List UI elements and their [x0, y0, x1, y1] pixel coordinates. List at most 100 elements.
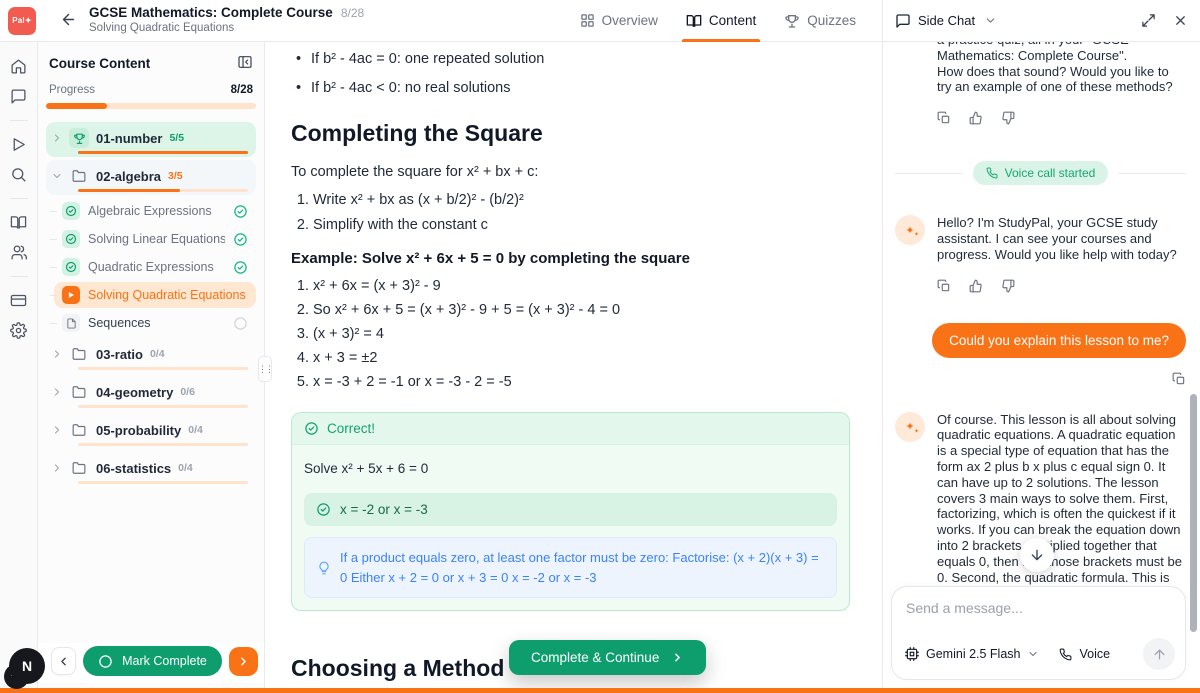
- check-circle-icon: [233, 232, 248, 247]
- course-tree: 01-number 5/5 02-algebra 3/5 Algebraic E…: [46, 122, 256, 487]
- tab-content-label: Content: [709, 13, 756, 28]
- tab-overview[interactable]: Overview: [580, 0, 658, 41]
- copy-icon[interactable]: [937, 111, 951, 125]
- chat-bubble-icon: [895, 13, 911, 29]
- voice-label: Voice: [1079, 647, 1110, 661]
- copy-icon[interactable]: [1172, 372, 1186, 386]
- panel-collapse-icon: [237, 54, 253, 70]
- section-count: 3/5: [168, 170, 183, 182]
- course-titles: GCSE Mathematics: Complete Course 8/28 S…: [89, 5, 364, 35]
- lesson-label: Solving Quadratic Equations: [88, 288, 248, 302]
- chevron-down-icon: [50, 170, 64, 182]
- user-avatar[interactable]: N: [7, 646, 47, 686]
- message-actions: [937, 279, 1186, 293]
- thumbs-up-icon[interactable]: [969, 111, 983, 125]
- side-chat-panel: a practice quiz, all in your "GCSE Mathe…: [882, 42, 1200, 688]
- example-steps: x² + 6x = (x + 3)² - 9 So x² + 6x + 5 = …: [291, 278, 851, 390]
- voice-call-pill: Voice call started: [973, 161, 1109, 185]
- lesson-solving-linear-equations[interactable]: Solving Linear Equations: [54, 226, 256, 252]
- section-06-statistics[interactable]: 06-statistics 0/4: [46, 452, 256, 487]
- bottom-accent-bar: [0, 688, 1200, 693]
- tab-quizzes-label: Quizzes: [807, 13, 856, 28]
- card-icon[interactable]: [10, 292, 27, 309]
- chat-message-input[interactable]: [906, 600, 1173, 616]
- tab-quizzes[interactable]: Quizzes: [784, 0, 856, 41]
- step-item: x = -3 + 2 = -1 or x = -3 - 2 = -5: [313, 374, 851, 390]
- rail-divider: [10, 276, 28, 277]
- home-icon[interactable]: [10, 58, 27, 75]
- app-logo[interactable]: Pal✦: [8, 7, 36, 35]
- thumbs-down-icon[interactable]: [1001, 111, 1015, 125]
- messages-icon[interactable]: [10, 88, 27, 105]
- copy-icon[interactable]: [937, 279, 951, 293]
- assistant-avatar: ✦✦: [895, 215, 925, 245]
- bullet-item: If b² - 4ac < 0: no real solutions: [291, 80, 851, 96]
- next-lesson-button[interactable]: [229, 647, 258, 676]
- expand-icon[interactable]: [1141, 13, 1156, 28]
- play-icon[interactable]: [10, 136, 27, 153]
- step-item: x² + 6x = (x + 3)² - 9: [313, 278, 851, 294]
- left-icon-rail: [0, 42, 38, 688]
- section-count: 5/5: [169, 132, 184, 144]
- lesson-sequences[interactable]: Sequences: [54, 310, 256, 336]
- close-icon[interactable]: [1173, 13, 1188, 28]
- discriminant-bullets: If b² - 4ac = 0: one repeated solution I…: [291, 48, 851, 96]
- model-label: Gemini 2.5 Flash: [926, 647, 1020, 661]
- assistant-message: a practice quiz, all in your "GCSE Mathe…: [895, 42, 1186, 95]
- voice-button[interactable]: Voice: [1059, 647, 1110, 661]
- top-tabs: Overview Content Quizzes: [580, 0, 856, 41]
- settings-gear-icon[interactable]: [10, 322, 27, 339]
- section-05-probability[interactable]: 05-probability 0/4: [46, 414, 256, 449]
- chevron-down-icon[interactable]: [984, 14, 997, 27]
- tab-content[interactable]: Content: [686, 0, 756, 41]
- folder-icon: [69, 344, 89, 364]
- rail-divider: [10, 120, 28, 121]
- section-03-ratio[interactable]: 03-ratio 0/4: [46, 338, 256, 373]
- scroll-to-bottom-button[interactable]: [1020, 538, 1054, 572]
- section-02-algebra[interactable]: 02-algebra 3/5: [46, 160, 256, 195]
- check-circle-icon: [316, 502, 331, 517]
- section-04-geometry[interactable]: 04-geometry 0/6: [46, 376, 256, 411]
- panel-resize-handle[interactable]: ⋮⋮: [258, 356, 272, 382]
- lesson-algebraic-expressions[interactable]: Algebraic Expressions: [54, 198, 256, 224]
- users-icon[interactable]: [10, 244, 27, 261]
- chat-scrollbar-thumb[interactable]: [1190, 394, 1197, 632]
- cpu-icon: [905, 647, 919, 661]
- section-count: 0/4: [188, 424, 203, 436]
- library-icon[interactable]: [10, 214, 27, 231]
- quiz-answer: x = -2 or x = -3: [304, 493, 837, 526]
- lesson-label: Sequences: [88, 316, 225, 330]
- lesson-solving-quadratic-equations[interactable]: Solving Quadratic Equations: [54, 282, 256, 308]
- complete-and-continue-button[interactable]: Complete & Continue: [509, 640, 706, 675]
- thumbs-down-icon[interactable]: [1001, 279, 1015, 293]
- section-label: 04-geometry: [96, 385, 173, 400]
- bullet-item: If b² - 4ac = 0: one repeated solution: [291, 51, 851, 67]
- message-text: How does that sound? Would you like to t…: [937, 64, 1186, 96]
- back-button[interactable]: [60, 11, 77, 31]
- thumbs-up-icon[interactable]: [969, 279, 983, 293]
- previous-lesson-button[interactable]: [51, 647, 76, 675]
- example-heading: Example: Solve x² + 6x + 5 = 0 by comple…: [291, 250, 851, 267]
- user-message-bubble: Could you explain this lesson to me?: [932, 323, 1186, 358]
- voice-call-divider: Voice call started: [895, 161, 1186, 185]
- completing-steps: Write x² + bx as (x + b/2)² - (b/2)² Sim…: [291, 192, 851, 233]
- model-selector[interactable]: Gemini 2.5 Flash: [905, 647, 1039, 661]
- check-icon: [62, 258, 80, 276]
- arrow-down-icon: [1029, 547, 1045, 563]
- send-message-button[interactable]: [1143, 638, 1175, 670]
- section-01-number[interactable]: 01-number 5/5: [46, 122, 256, 157]
- quiz-answer-text: x = -2 or x = -3: [340, 502, 428, 517]
- message-text: Hello? I'm StudyPal, your GCSE study ass…: [937, 215, 1186, 262]
- sidebar-title: Course Content: [49, 56, 150, 71]
- mark-complete-button[interactable]: Mark Complete: [83, 646, 222, 676]
- quiz-hint: If a product equals zero, at least one f…: [304, 537, 837, 598]
- chevron-left-icon: [57, 655, 70, 668]
- sparkle-icon: ✦: [914, 231, 919, 238]
- assistant-message: ✦✦ Hello? I'm StudyPal, your GCSE study …: [895, 215, 1186, 262]
- chevron-right-icon: [50, 348, 64, 360]
- collapse-sidebar-button[interactable]: [237, 54, 253, 73]
- arrow-up-icon: [1152, 647, 1167, 662]
- search-icon[interactable]: [10, 166, 27, 183]
- lesson-quadratic-expressions[interactable]: Quadratic Expressions: [54, 254, 256, 280]
- section-label: 01-number: [96, 131, 162, 146]
